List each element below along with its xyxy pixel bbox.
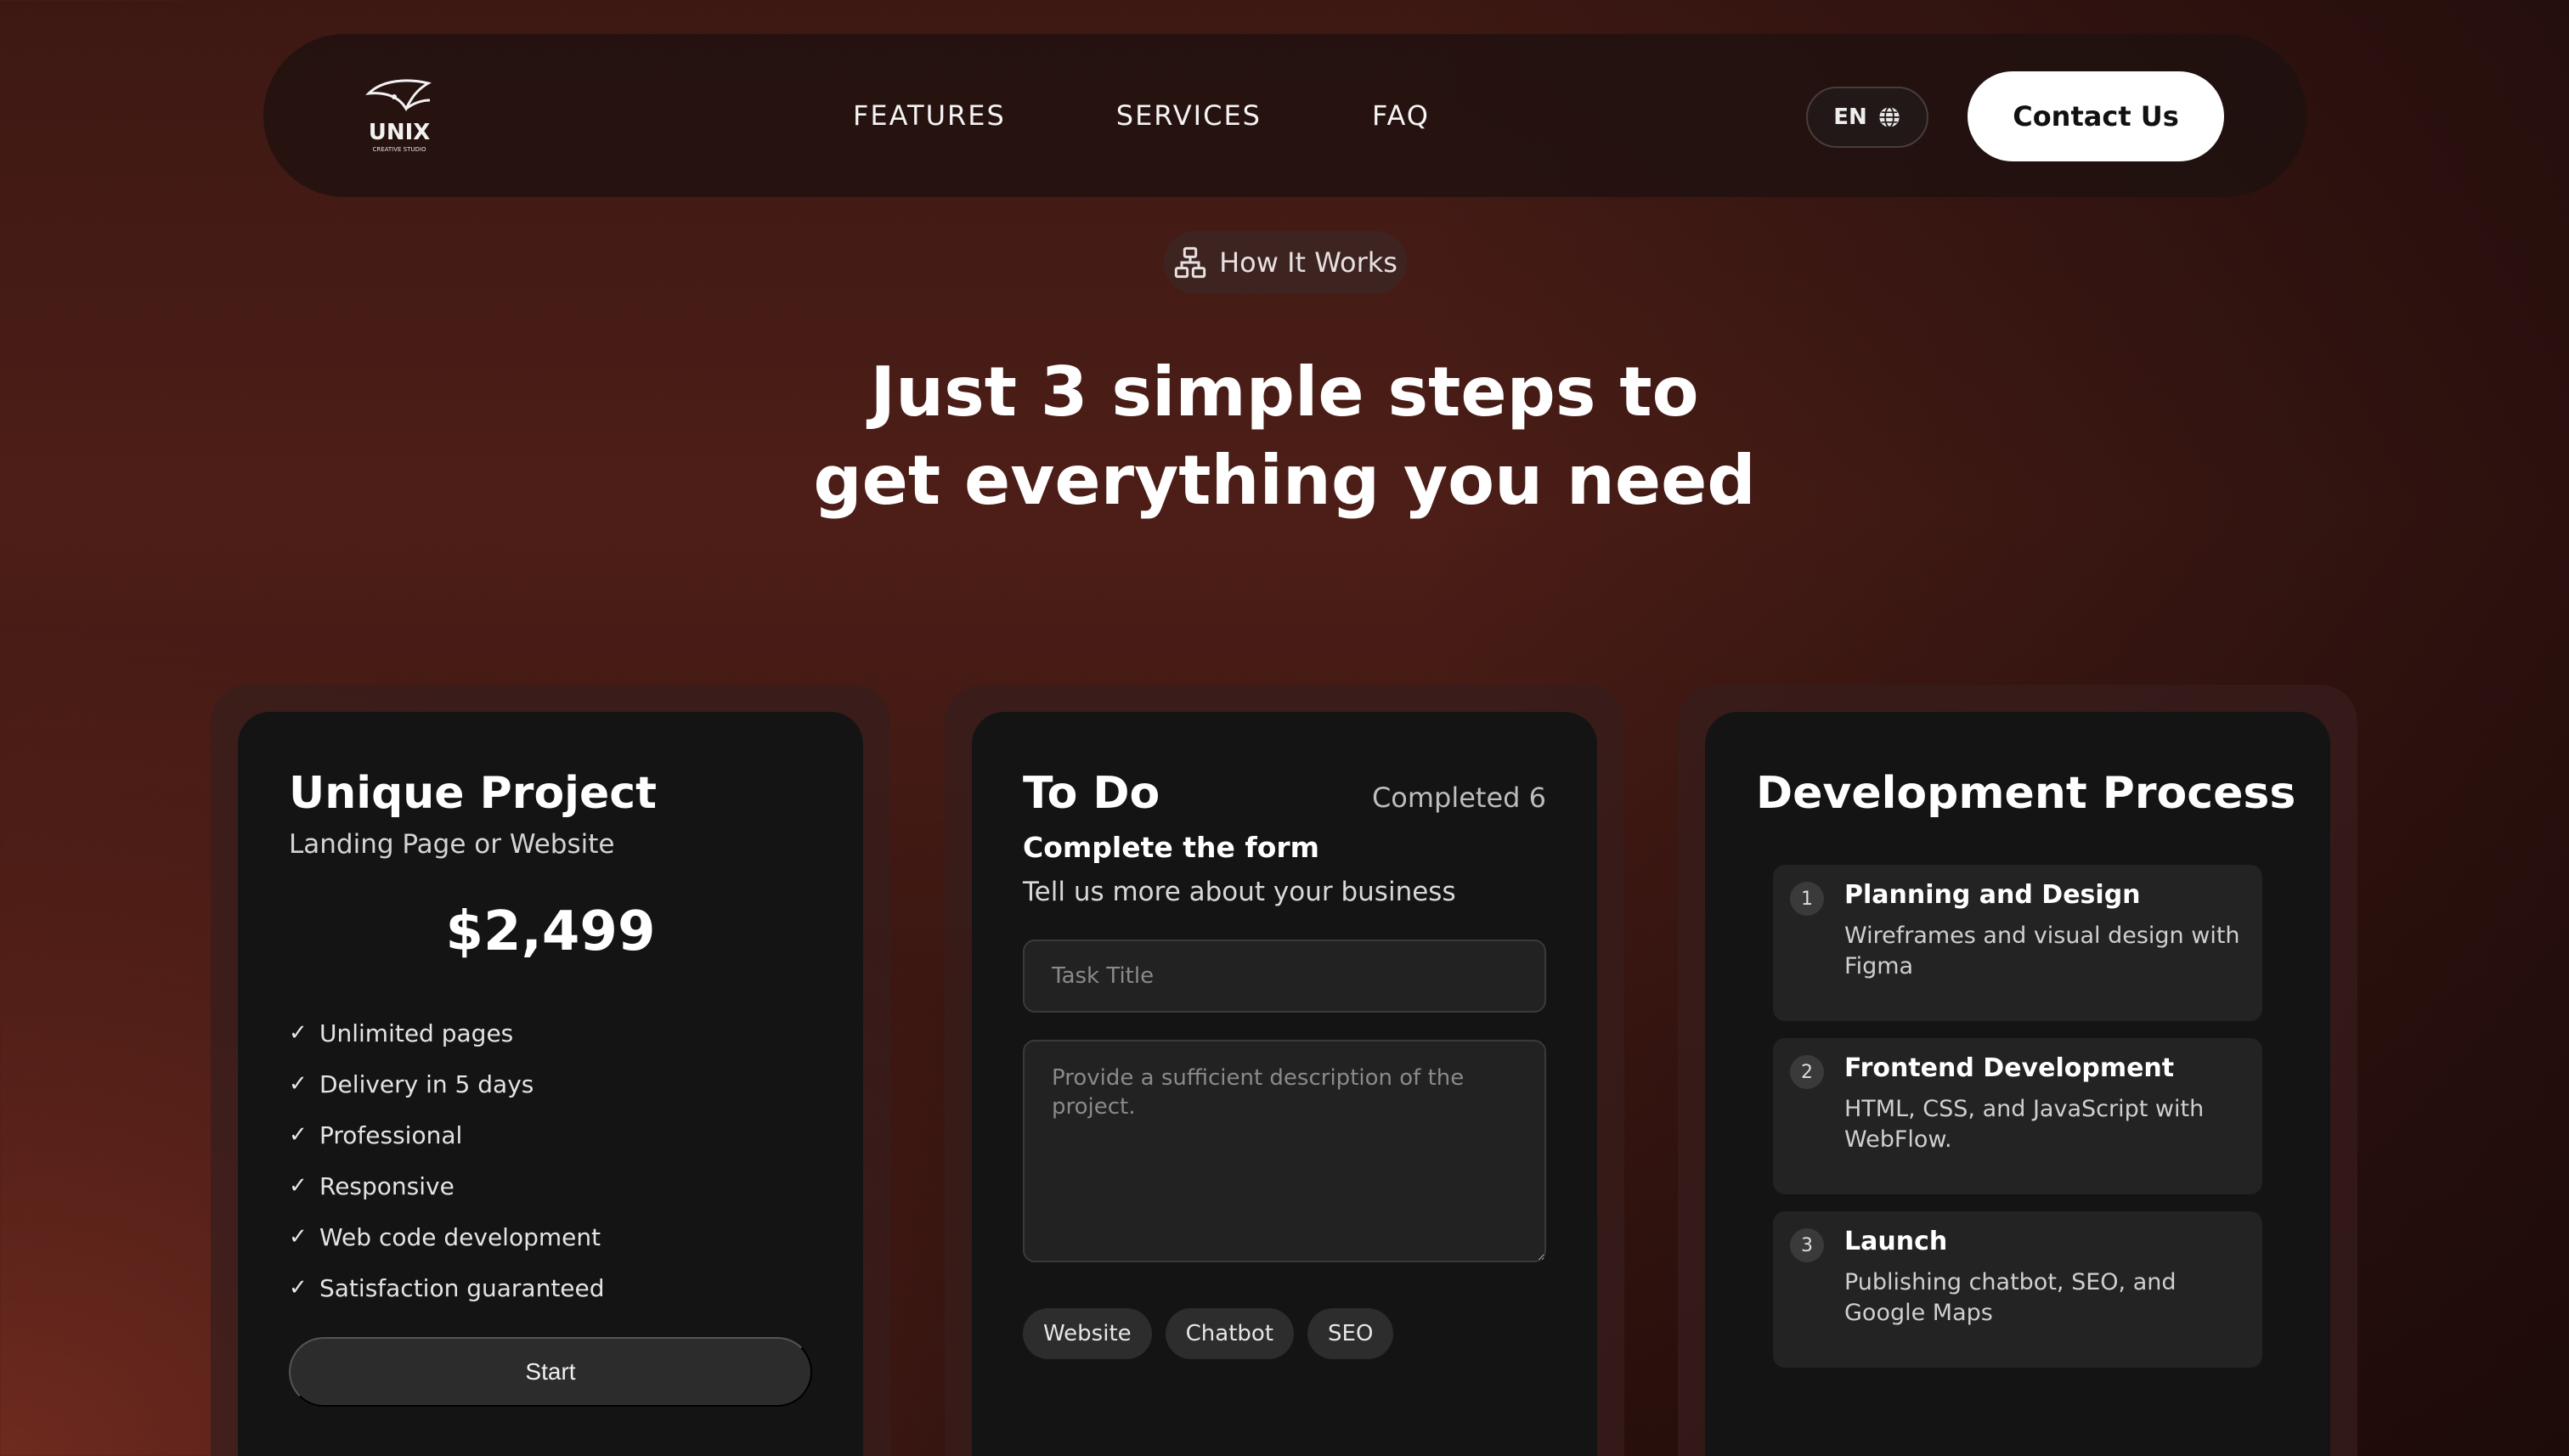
top-navbar: UNIX CREATIVE STUDIO FEATURES SERVICES F…	[263, 34, 2306, 197]
chip-website[interactable]: Website	[1023, 1308, 1152, 1359]
todo-title: To Do	[1023, 768, 1160, 819]
process-step: 3 Launch Publishing chatbot, SEO, and Go…	[1773, 1211, 2262, 1368]
step-number: 3	[1790, 1228, 1824, 1262]
step-title: Launch	[1844, 1227, 1948, 1256]
step-description: HTML, CSS, and JavaScript with WebFlow.	[1844, 1096, 2205, 1153]
todo-card-frame: To Do Completed 6 Complete the form Tell…	[945, 685, 1624, 1456]
form-title: Complete the form	[1023, 831, 1320, 864]
headline-line-2: get everything you need	[813, 441, 1756, 520]
contact-us-button[interactable]: Contact Us	[1968, 71, 2224, 161]
list-item: ✓ Satisfaction guaranteed	[289, 1262, 605, 1313]
task-description-textarea[interactable]	[1023, 1040, 1546, 1262]
how-it-works-badge: How It Works	[1164, 231, 1407, 294]
process-step: 1 Planning and Design Wireframes and vis…	[1773, 865, 2262, 1021]
feature-label: Professional	[319, 1120, 463, 1149]
process-card-frame: Development Process 1 Planning and Desig…	[1678, 685, 2357, 1456]
category-chips: Website Chatbot SEO	[1023, 1308, 1394, 1359]
step-description: Publishing chatbot, SEO, and Google Maps	[1844, 1269, 2177, 1326]
nav-link-features[interactable]: FEATURES	[853, 99, 1006, 132]
chip-seo[interactable]: SEO	[1307, 1308, 1394, 1359]
feature-label: Web code development	[319, 1222, 601, 1251]
pricing-subtitle: Landing Page or Website	[289, 829, 615, 860]
logo-subtitle: CREATIVE STUDIO	[372, 146, 426, 153]
todo-card: To Do Completed 6 Complete the form Tell…	[972, 712, 1597, 1456]
section-headline: Just 3 simple steps to get everything yo…	[0, 348, 2569, 525]
check-icon: ✓	[289, 1224, 308, 1250]
process-title: Development Process	[1756, 768, 2296, 819]
pricing-card: Unique Project Landing Page or Website $…	[238, 712, 863, 1456]
step-number: 2	[1790, 1055, 1824, 1089]
process-steps: 1 Planning and Design Wireframes and vis…	[1773, 865, 2262, 1385]
check-icon: ✓	[289, 1020, 308, 1046]
pricing-card-frame: Unique Project Landing Page or Website $…	[211, 685, 890, 1456]
check-icon: ✓	[289, 1071, 308, 1097]
completed-count: Completed 6	[1371, 782, 1546, 814]
badge-label: How It Works	[1219, 246, 1397, 279]
price-value: $2,499	[445, 900, 656, 963]
feature-list: ✓ Unlimited pages ✓ Delivery in 5 days ✓ Pr…	[289, 1007, 605, 1313]
feature-label: Satisfaction guaranteed	[319, 1273, 605, 1302]
unix-logo[interactable]: UNIX CREATIVE STUDIO	[357, 71, 442, 156]
step-title: Planning and Design	[1844, 880, 2141, 910]
step-number: 1	[1790, 882, 1824, 916]
start-button[interactable]: Start	[289, 1337, 812, 1407]
check-icon: ✓	[289, 1122, 308, 1148]
form-description: Tell us more about your business	[1023, 877, 1456, 907]
list-item: ✓ Web code development	[289, 1211, 605, 1262]
task-title-input[interactable]	[1023, 940, 1546, 1013]
check-icon: ✓	[289, 1275, 308, 1301]
list-item: ✓ Responsive	[289, 1160, 605, 1211]
logo-wordmark: UNIX	[369, 120, 431, 145]
nav-link-faq[interactable]: FAQ	[1372, 99, 1430, 132]
list-item: ✓ Professional	[289, 1109, 605, 1160]
feature-label: Unlimited pages	[319, 1019, 514, 1047]
step-title: Frontend Development	[1844, 1053, 2175, 1083]
pricing-title: Unique Project	[289, 768, 657, 819]
list-item: ✓ Unlimited pages	[289, 1007, 605, 1058]
sitemap-icon	[1174, 246, 1206, 279]
headline-line-1: Just 3 simple steps to	[870, 353, 1699, 432]
language-label: EN	[1833, 104, 1867, 130]
step-description: Wireframes and visual design with Figma	[1844, 923, 2240, 979]
chip-chatbot[interactable]: Chatbot	[1165, 1308, 1295, 1359]
process-card: Development Process 1 Planning and Desig…	[1705, 712, 2330, 1456]
nav-links: FEATURES SERVICES FAQ	[853, 34, 1430, 197]
feature-label: Delivery in 5 days	[319, 1069, 534, 1098]
logo-mark-icon: UNIX CREATIVE STUDIO	[364, 79, 432, 153]
check-icon: ✓	[289, 1173, 308, 1199]
feature-label: Responsive	[319, 1171, 455, 1200]
globe-icon	[1879, 106, 1900, 128]
list-item: ✓ Delivery in 5 days	[289, 1058, 605, 1109]
process-step: 2 Frontend Development HTML, CSS, and Ja…	[1773, 1038, 2262, 1194]
language-switcher[interactable]: EN	[1806, 87, 1928, 148]
nav-link-services[interactable]: SERVICES	[1116, 99, 1262, 132]
